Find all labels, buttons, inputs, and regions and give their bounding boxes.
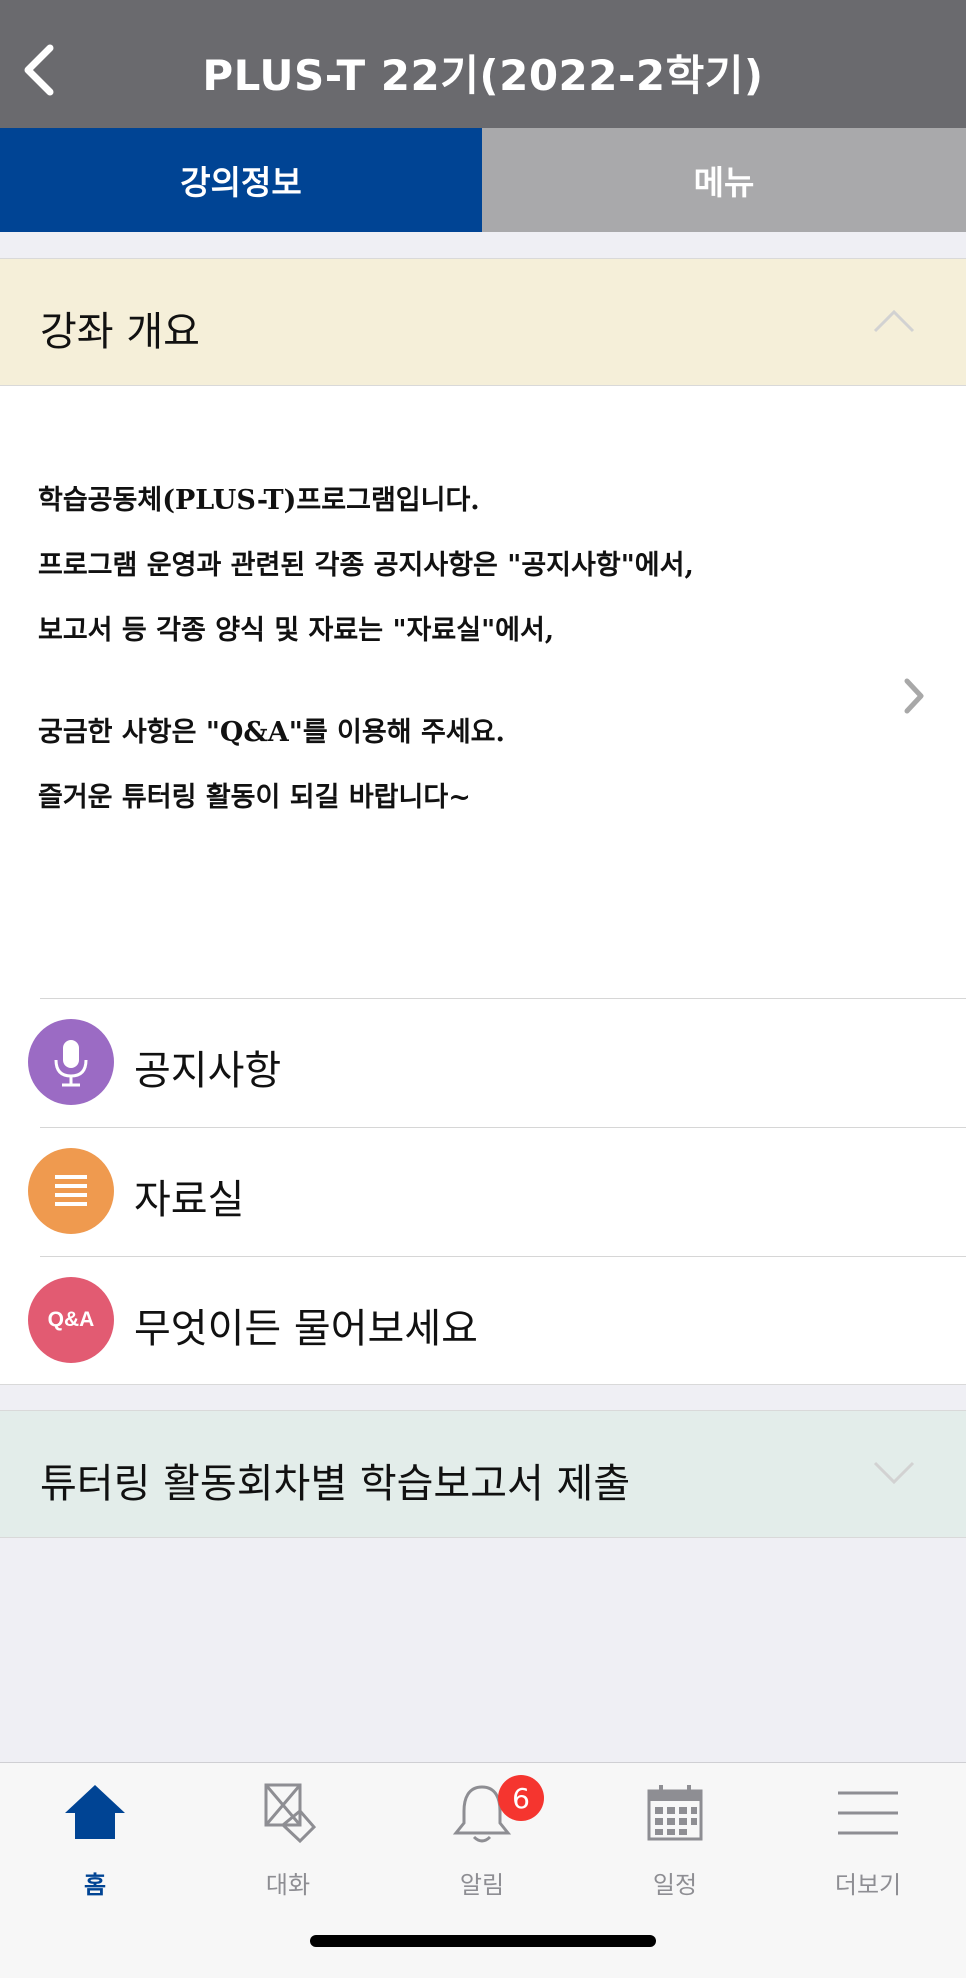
report-section-title: 튜터링 활동회차별 학습보고서 제출 [40, 1461, 631, 1507]
board-list: 공지사항 자료실 Q&A 무엇이든 물어보세요 [0, 998, 966, 1385]
list-item-qa[interactable]: Q&A 무엇이든 물어보세요 [0, 1256, 966, 1385]
tabbar-home[interactable]: 홈 [35, 1781, 155, 1901]
chevron-right-icon[interactable] [902, 676, 926, 716]
report-section-header[interactable]: 튜터링 활동회차별 학습보고서 제출 [0, 1410, 966, 1538]
qa-icon: Q&A [28, 1277, 114, 1363]
list-item-label: 자료실 [134, 1177, 245, 1223]
list-item-label: 무엇이든 물어보세요 [134, 1306, 478, 1352]
home-icon [65, 1785, 125, 1839]
tabbar-schedule[interactable]: 일정 [615, 1781, 735, 1901]
tab-bar: 강의정보 메뉴 [0, 128, 966, 232]
course-overview-header[interactable]: 강좌 개요 [0, 258, 966, 386]
microphone-icon [28, 1019, 114, 1105]
page-title: PLUS-T 22기(2022-2학기) [202, 51, 764, 100]
overview-line: 궁금한 사항은 "Q&A"를 이용해 주세요. [38, 717, 505, 748]
overview-line: 학습공동체(PLUS-T)프로그램입니다. [38, 485, 480, 516]
overview-line: 즐거운 튜터링 활동이 되길 바랍니다~ [38, 782, 471, 813]
course-overview-content[interactable]: 학습공동체(PLUS-T)프로그램입니다. 프로그램 운영과 관련된 각종 공지… [0, 386, 966, 998]
tabbar-chat[interactable]: 대화 [228, 1781, 348, 1901]
divider [40, 1127, 966, 1128]
overview-line: 프로그램 운영과 관련된 각종 공지사항은 "공지사항"에서, [38, 550, 694, 581]
list-item-notice[interactable]: 공지사항 [0, 998, 966, 1127]
divider [40, 998, 966, 999]
chevron-down-icon [873, 1461, 915, 1485]
chat-icon [264, 1783, 317, 1844]
divider [40, 1256, 966, 1257]
home-indicator [310, 1935, 656, 1947]
tab-menu[interactable]: 메뉴 [482, 128, 966, 232]
notification-badge: 6 [498, 1775, 544, 1821]
chevron-up-icon [873, 309, 915, 333]
course-overview-title: 강좌 개요 [40, 309, 200, 355]
list-icon [28, 1148, 114, 1234]
overview-line: 보고서 등 각종 양식 및 자료는 "자료실"에서, [38, 615, 555, 646]
calendar-icon [647, 1785, 703, 1841]
top-bar: PLUS-T 22기(2022-2학기) [0, 0, 966, 128]
tabbar-more[interactable]: 더보기 [808, 1781, 928, 1901]
list-item-archive[interactable]: 자료실 [0, 1127, 966, 1256]
menu-icon [838, 1791, 898, 1835]
tabbar-notifications[interactable]: 6 알림 [422, 1775, 544, 1901]
tab-course-info[interactable]: 강의정보 [0, 128, 482, 232]
list-item-label: 공지사항 [134, 1048, 282, 1094]
